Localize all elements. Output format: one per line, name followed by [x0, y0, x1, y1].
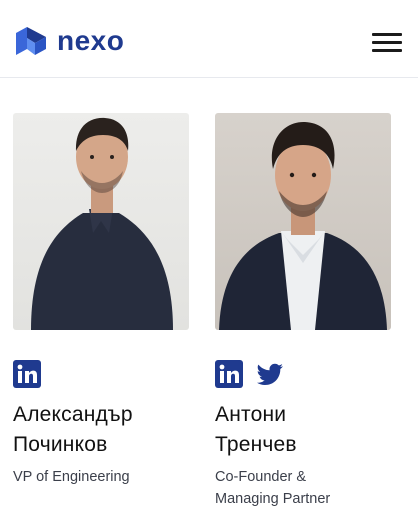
- twitter-icon[interactable]: [256, 360, 284, 388]
- member-name-first: Антони: [215, 403, 287, 426]
- nexo-logo-icon: [16, 27, 46, 55]
- social-links: [215, 360, 391, 388]
- member-name-last: Тренчев: [215, 433, 297, 456]
- linkedin-icon[interactable]: [13, 360, 41, 388]
- hamburger-menu-icon[interactable]: [372, 31, 402, 53]
- linkedin-icon[interactable]: [215, 360, 243, 388]
- site-header: nexo: [0, 0, 418, 78]
- member-role-line: Co-Founder &: [215, 469, 307, 485]
- member-role-line: Managing Partner: [215, 491, 331, 507]
- member-name-first: Александър: [13, 403, 133, 426]
- member-role-line: VP of Engineering: [13, 469, 130, 485]
- profile-photo: [215, 113, 391, 330]
- member-name-last: Починков: [13, 433, 108, 456]
- member-role: VP of Engineering: [13, 466, 203, 488]
- social-links: [13, 360, 189, 388]
- brand-logo[interactable]: nexo: [14, 27, 124, 55]
- profile-photo: [13, 113, 189, 330]
- member-role: Co-Founder & Managing Partner: [215, 466, 405, 510]
- member-name: Антони Тренчев: [215, 400, 405, 460]
- team-member-card: Антони Тренчев Co-Founder & Managing Par…: [215, 113, 391, 510]
- team-member-card: Александър Починков VP of Engineering: [13, 113, 189, 488]
- member-name: Александър Починков: [13, 400, 203, 460]
- brand-name: nexo: [57, 25, 125, 56]
